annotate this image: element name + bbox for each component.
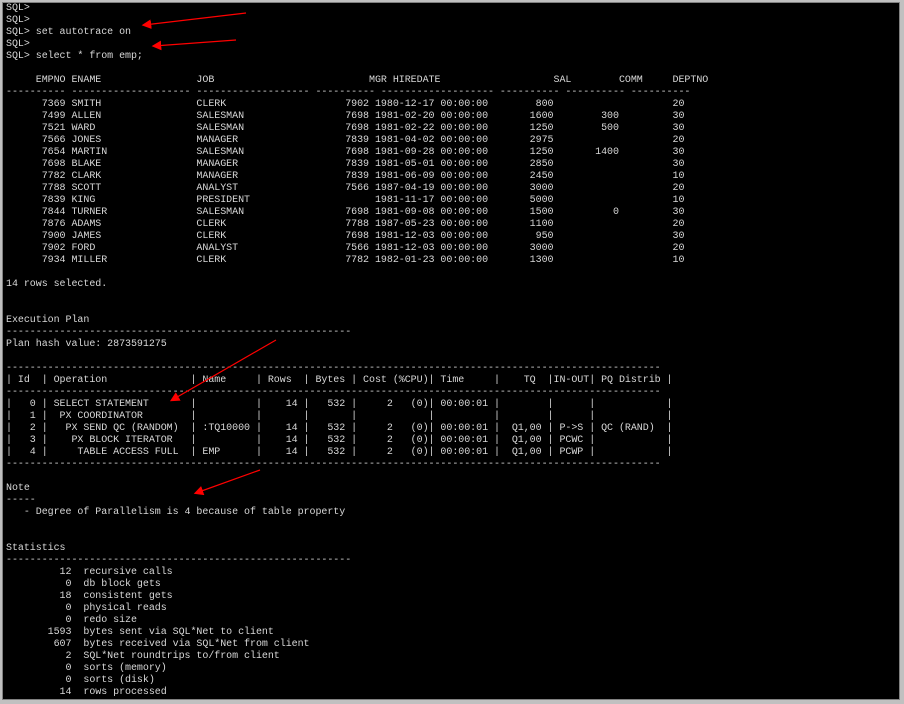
terminal-line: 12 recursive calls [6,567,173,578]
terminal-line: 7788 SCOTT ANALYST 7566 1987-04-19 00:00… [6,183,685,194]
terminal-line: ---------- -------------------- --------… [6,87,691,98]
terminal-line: 18 consistent gets [6,591,173,602]
terminal-line: | 1 | PX COORDINATOR | | | | | | | | | [6,411,673,422]
terminal-line: 14 rows selected. [6,279,108,290]
terminal-line: | 4 | TABLE ACCESS FULL | EMP | 14 | 532… [6,447,673,458]
terminal-line: 0 redo size [6,615,137,626]
terminal-line: 7782 CLARK MANAGER 7839 1981-06-09 00:00… [6,171,685,182]
terminal-window[interactable]: SQL> SQL> SQL> set autotrace on SQL> SQL> se… [2,2,900,700]
terminal-line: 7839 KING PRESIDENT 1981-11-17 00:00:00 … [6,195,685,206]
terminal-line: 7698 BLAKE MANAGER 7839 1981-05-01 00:00… [6,159,685,170]
terminal-line: EMPNO ENAME JOB MGR HIREDATE SAL COMM DE… [6,75,709,86]
terminal-line: | 3 | PX BLOCK ITERATOR | | 14 | 532 | 2… [6,435,673,446]
terminal-line: ----------------------------------------… [6,363,661,374]
terminal-line: 7876 ADAMS CLERK 7788 1987-05-23 00:00:0… [6,219,685,230]
terminal-line: Execution Plan [6,315,90,326]
terminal-line: 7521 WARD SALESMAN 7698 1981-02-22 00:00… [6,123,685,134]
terminal-line: 7934 MILLER CLERK 7782 1982-01-23 00:00:… [6,255,685,266]
terminal-line: | 0 | SELECT STATEMENT | | 14 | 532 | 2 … [6,399,673,410]
terminal-line: SQL> set autotrace on [6,27,131,38]
terminal-line: Note [6,483,30,494]
terminal-output: SQL> SQL> SQL> set autotrace on SQL> SQL> se… [6,3,708,699]
terminal-line: SQL> select * from emp; [6,51,143,62]
terminal-line: 7900 JAMES CLERK 7698 1981-12-03 00:00:0… [6,231,685,242]
terminal-line: 0 db block gets [6,579,161,590]
terminal-line: 14 rows processed [6,687,167,698]
terminal-line: Statistics [6,543,66,554]
terminal-line: 7499 ALLEN SALESMAN 7698 1981-02-20 00:0… [6,111,685,122]
terminal-line: ----------------------------------------… [6,387,661,398]
terminal-line: | 2 | PX SEND QC (RANDOM) | :TQ10000 | 1… [6,423,673,434]
terminal-line: ----------------------------------------… [6,327,352,338]
terminal-line: | Id | Operation | Name | Rows | Bytes |… [6,375,673,386]
terminal-line: ----------------------------------------… [6,459,661,470]
terminal-line: 7844 TURNER SALESMAN 7698 1981-09-08 00:… [6,207,685,218]
terminal-line: 7902 FORD ANALYST 7566 1981-12-03 00:00:… [6,243,685,254]
terminal-line: 0 sorts (memory) [6,663,167,674]
terminal-line: SQL> [6,15,30,26]
terminal-line: 0 physical reads [6,603,167,614]
terminal-line: 2 SQL*Net roundtrips to/from client [6,651,280,662]
terminal-line: ----------------------------------------… [6,555,352,566]
terminal-line: 7654 MARTIN SALESMAN 7698 1981-09-28 00:… [6,147,685,158]
terminal-line: 7566 JONES MANAGER 7839 1981-04-02 00:00… [6,135,685,146]
terminal-line: 607 bytes received via SQL*Net from clie… [6,639,310,650]
terminal-line: 1593 bytes sent via SQL*Net to client [6,627,274,638]
terminal-line: SQL> [6,3,30,14]
terminal-line: - Degree of Parallelism is 4 because of … [6,507,346,518]
terminal-line: Plan hash value: 2873591275 [6,339,167,350]
terminal-line: 7369 SMITH CLERK 7902 1980-12-17 00:00:0… [6,99,685,110]
terminal-line: 0 sorts (disk) [6,675,155,686]
terminal-line: ----- [6,495,36,506]
terminal-line: SQL> [6,39,30,50]
